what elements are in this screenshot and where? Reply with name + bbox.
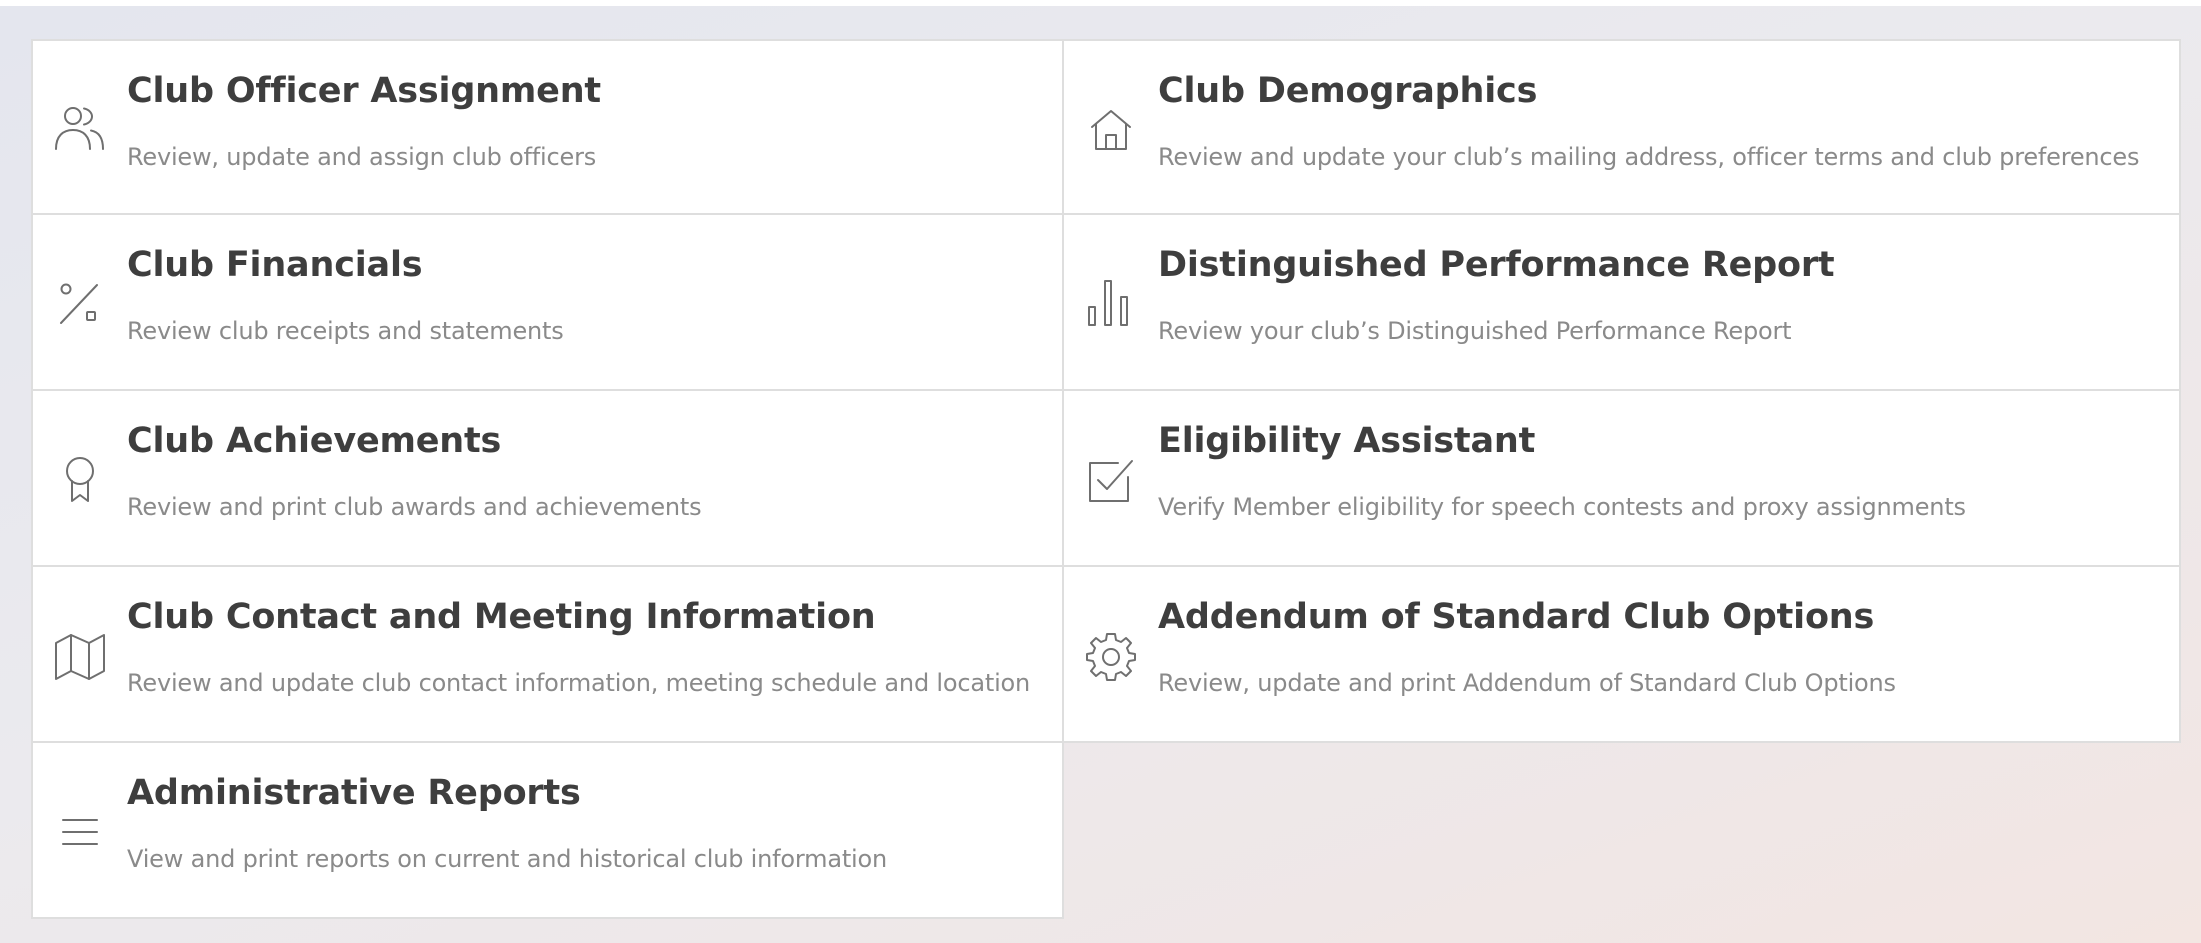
- card-eligibility-assistant[interactable]: Eligibility Assistant Verify Member elig…: [1062, 389, 2181, 567]
- map-icon: [53, 629, 107, 683]
- card-description: View and print reports on current and hi…: [127, 845, 887, 873]
- award-icon: [53, 453, 107, 507]
- card-title: Club Officer Assignment: [127, 71, 601, 111]
- card-description: Review club receipts and statements: [127, 317, 564, 345]
- card-title: Club Financials: [127, 245, 423, 285]
- card-club-financials[interactable]: Club Financials Review club receipts and…: [31, 213, 1064, 391]
- card-description: Review, update and print Addendum of Sta…: [1158, 669, 1896, 697]
- top-frame-edge: [0, 0, 2201, 6]
- card-description: Review your club’s Distinguished Perform…: [1158, 317, 1792, 345]
- card-club-contact-and-meeting-information[interactable]: Club Contact and Meeting Information Rev…: [31, 565, 1064, 743]
- card-title: Distinguished Performance Report: [1158, 245, 1835, 285]
- percent-icon: [53, 277, 107, 331]
- gear-icon: [1084, 629, 1138, 683]
- checkbox-icon: [1084, 453, 1138, 507]
- card-title: Administrative Reports: [127, 773, 581, 813]
- menu-icon: [53, 805, 107, 859]
- card-description: Review and update your club’s mailing ad…: [1158, 143, 2140, 171]
- card-club-officer-assignment[interactable]: Club Officer Assignment Review, update a…: [31, 39, 1064, 215]
- card-title: Addendum of Standard Club Options: [1158, 597, 1875, 637]
- card-title: Club Achievements: [127, 421, 502, 461]
- card-title: Eligibility Assistant: [1158, 421, 1536, 461]
- card-club-demographics[interactable]: Club Demographics Review and update your…: [1062, 39, 2181, 215]
- card-administrative-reports[interactable]: Administrative Reports View and print re…: [31, 741, 1064, 919]
- card-club-achievements[interactable]: Club Achievements Review and print club …: [31, 389, 1064, 567]
- card-description: Verify Member eligibility for speech con…: [1158, 493, 1966, 521]
- card-addendum-of-standard-club-options[interactable]: Addendum of Standard Club Options Review…: [1062, 565, 2181, 743]
- users-icon: [53, 103, 107, 157]
- card-description: Review and print club awards and achieve…: [127, 493, 702, 521]
- card-title: Club Demographics: [1158, 71, 1538, 111]
- card-description: Review, update and assign club officers: [127, 143, 597, 171]
- card-distinguished-performance-report[interactable]: Distinguished Performance Report Review …: [1062, 213, 2181, 391]
- club-central-menu-grid: Club Officer Assignment Review, update a…: [31, 39, 2181, 919]
- bar-chart-icon: [1084, 277, 1138, 331]
- card-title: Club Contact and Meeting Information: [127, 597, 876, 637]
- card-description: Review and update club contact informati…: [127, 669, 1031, 697]
- home-icon: [1084, 103, 1138, 157]
